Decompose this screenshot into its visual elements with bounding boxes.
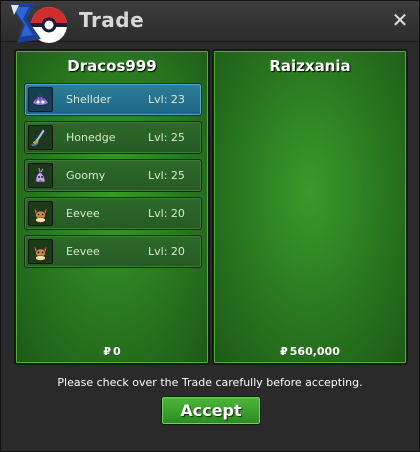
pokemon-level: Lvl: 25 [148, 131, 185, 144]
pokeball-logo-icon [9, 3, 67, 43]
title-bar[interactable]: Trade ✕ [1, 1, 419, 43]
pokemon-name: Shellder [66, 93, 112, 106]
eevee-icon [28, 239, 53, 264]
trade-notice: Please check over the Trade carefully be… [57, 376, 363, 389]
goomy-icon [28, 163, 53, 188]
pokemon-name: Honedge [66, 131, 116, 144]
accept-button[interactable]: Accept [161, 396, 261, 425]
pokemon-slot[interactable]: Eevee Lvl: 20 [24, 235, 202, 268]
pokemon-slot[interactable]: Honedge Lvl: 25 [24, 121, 202, 154]
pokemon-level: Lvl: 20 [148, 207, 185, 220]
pokemon-slot[interactable]: Eevee Lvl: 20 [24, 197, 202, 230]
pokemon-level: Lvl: 20 [148, 245, 185, 258]
eevee-icon [28, 201, 53, 226]
close-icon[interactable]: ✕ [389, 9, 411, 31]
pokemon-level: Lvl: 23 [148, 93, 185, 106]
window-title: Trade [79, 8, 145, 32]
shellder-icon [28, 87, 53, 112]
pokemon-name: Goomy [66, 169, 106, 182]
trade-window: Trade ✕ Dracos999 Shellder Lvl: 23 Honed… [0, 0, 420, 452]
pokedollar-symbol: ₽ [280, 345, 288, 358]
pokemon-slot[interactable]: Goomy Lvl: 25 [24, 159, 202, 192]
right-money-amount: 560,000 [289, 345, 340, 358]
right-trainer-name: Raizxania [269, 57, 351, 75]
pokemon-slot[interactable]: Shellder Lvl: 23 [24, 83, 202, 116]
pokemon-name: Eevee [66, 245, 100, 258]
right-money: ₽560,000 [214, 345, 406, 358]
left-money: ₽0 [16, 345, 208, 358]
pokedollar-symbol: ₽ [103, 345, 111, 358]
pokemon-level: Lvl: 25 [148, 169, 185, 182]
left-trade-panel: Dracos999 Shellder Lvl: 23 Honedge Lvl: … [14, 49, 210, 365]
pokemon-name: Eevee [66, 207, 100, 220]
left-money-amount: 0 [113, 345, 121, 358]
right-trade-panel: Raizxania ₽560,000 [212, 49, 408, 365]
left-pokemon-list: Shellder Lvl: 23 Honedge Lvl: 25 Goomy L… [24, 83, 202, 273]
honedge-icon [28, 125, 53, 150]
left-trainer-name: Dracos999 [67, 57, 157, 75]
